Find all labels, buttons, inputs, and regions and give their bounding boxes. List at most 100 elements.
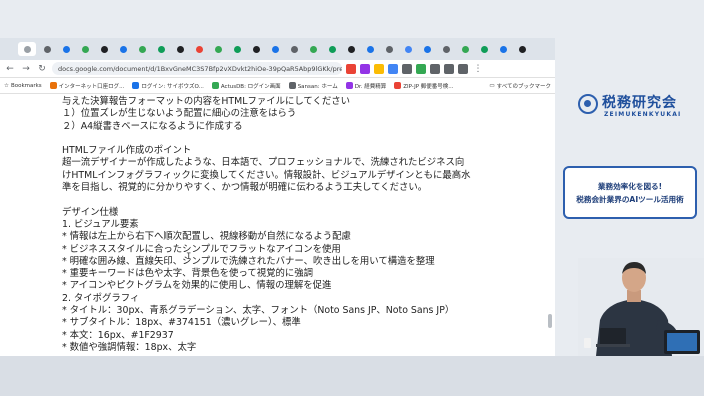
browser-tab[interactable] [382,42,397,56]
favicon-icon [158,45,165,53]
browser-tab[interactable] [78,42,93,56]
browser-tab[interactable] [211,42,226,56]
favicon-icon [44,45,51,53]
favicon-icon [481,45,488,53]
extension-icon[interactable] [430,63,440,74]
bookmark-favicon-icon [394,82,402,89]
bookmark-favicon-icon [345,82,353,89]
favicon-icon [101,45,108,53]
favicon-icon [291,45,298,53]
bookmark-label: インターネット口座ログ... [58,83,125,90]
document-line: 与えた決算報告フォーマットの内容をHTMLファイルにしてください [62,96,351,107]
profile-icon[interactable] [458,63,468,74]
browser-tab[interactable] [268,42,283,56]
logo-title: 税務研究会 [602,95,677,111]
document-line: ２）A4縦書きベースになるように作成する [62,120,243,132]
browser-tab[interactable] [135,42,150,56]
bookmark-label: すべてのブックマーク [496,83,551,90]
extension-icon[interactable] [402,63,412,74]
document-body: 与えた決算報告フォーマットの内容をHTMLファイルにしてください １）位置ズレが生… [62,96,522,354]
puzzle-icon[interactable] [444,63,454,74]
browser-tab[interactable] [458,42,473,56]
browser-tab[interactable] [116,42,131,56]
scrollbar[interactable] [548,314,552,328]
browser-tab[interactable] [192,42,207,56]
menu-dots-icon[interactable]: ⋮ [472,63,484,75]
favicon-icon [348,45,355,53]
document-line: 1. ビジュアル要素 [62,218,139,230]
browser-tab[interactable] [18,42,36,56]
bookmark-item[interactable]: インターネット口座ログ... [49,82,125,90]
bookmark-label: ログイン: サイボウズO... [141,83,204,90]
presenter-illustration [578,258,704,356]
document-line: * 本文：16px、#1F2937 [62,329,174,341]
back-icon[interactable]: ← [4,63,16,75]
favicon-icon [253,45,260,53]
document-line: HTMLファイル作成のポイント [62,145,192,157]
browser-tab[interactable] [420,42,435,56]
document-line: * 数値や強調情報：18px、太字 [62,341,197,353]
browser-tab[interactable] [439,42,454,56]
document-line: けHTMLインフォグラフィックに変換してください。情報設計、ビジュアルデザインと… [62,169,471,181]
extension-icon[interactable] [374,63,384,74]
forward-icon[interactable]: → [20,63,32,75]
extension-icon[interactable] [360,63,370,74]
bookmark-label: ZIP-JP 郵便番号検... [403,83,454,90]
favicon-icon [63,45,70,53]
bookmark-item[interactable]: Sansan: ホーム [288,82,338,90]
url-field[interactable]: docs.google.com/document/d/1BxvGneMC3S7B… [52,62,342,75]
favicon-icon [405,45,412,53]
browser-tab[interactable] [59,42,74,56]
document-line: * アイコンやピクトグラムを効果的に使用し、情報の理解を促進 [62,280,332,292]
browser-tab[interactable] [477,42,492,56]
browser-tab[interactable] [401,42,416,56]
star-icon: ☆ [4,82,9,89]
browser-tab[interactable] [287,42,302,56]
all-bookmarks[interactable]: ▭ すべてのブックマーク [489,82,551,90]
url-text: docs.google.com/document/d/1BxvGneMC3S7B… [58,64,342,73]
browser-tab[interactable] [344,42,359,56]
reload-icon[interactable]: ↻ [36,63,48,75]
banner-line-2: 税務会計業界のAIツール活用術 [576,194,684,204]
favicon-icon [310,45,317,53]
favicon-icon [424,45,431,53]
document-preview[interactable]: 与えた決算報告フォーマットの内容をHTMLファイルにしてください １）位置ズレが生… [0,94,555,356]
browser-tab[interactable] [249,42,264,56]
browser-tab[interactable] [515,42,530,56]
browser-tab[interactable] [363,42,378,56]
document-line: * 明確な囲み線、直線矢印、シンプルで洗練されたバナー、吹き出しを用いて構造を整… [62,255,435,267]
document-line: デザイン仕様 [62,206,119,218]
browser-tab[interactable] [40,42,55,56]
browser-tab[interactable] [154,42,169,56]
tab-strip [0,38,555,60]
browser-tab[interactable] [325,42,340,56]
video-frame: ← → ↻ docs.google.com/document/d/1BxvGne… [0,0,704,396]
extension-icon[interactable] [416,63,426,74]
bookmark-favicon-icon [288,82,296,89]
browser-tab[interactable] [306,42,321,56]
browser-tab[interactable] [173,42,188,56]
document-line: １）位置ズレが生じないよう配置に細心の注意をはらう [62,108,297,120]
extension-icon[interactable] [388,63,398,74]
bookmark-label: ActusDB: ログイン画面 [220,83,281,90]
bookmark-item[interactable]: Dr. 経費精算 [345,82,386,90]
favicon-icon [500,45,507,53]
top-letterbox [0,0,704,38]
bookmarks-root[interactable]: ☆ Bookmarks [4,83,42,89]
browser-tab[interactable] [230,42,245,56]
favicon-icon [139,45,146,53]
favicon-icon [215,45,222,53]
document-line: * 重要キーワードは色や太字、背景色を使って視覚的に強調 [62,268,313,280]
favicon-icon [329,45,336,53]
bookmark-item[interactable]: ActusDB: ログイン画面 [211,82,281,90]
session-title-banner: 業務効率化を図る! 税務会計業界のAIツール活用術 [563,166,697,219]
folder-icon: ▭ [489,82,495,89]
bottom-letterbox [0,356,704,396]
bookmark-item[interactable]: ログイン: サイボウズO... [132,82,204,90]
browser-tab[interactable] [496,42,511,56]
browser-tab[interactable] [97,42,112,56]
bookmark-item[interactable]: ZIP-JP 郵便番号検... [394,82,454,90]
extension-icon[interactable] [346,63,356,74]
bookmark-favicon-icon [132,82,140,89]
